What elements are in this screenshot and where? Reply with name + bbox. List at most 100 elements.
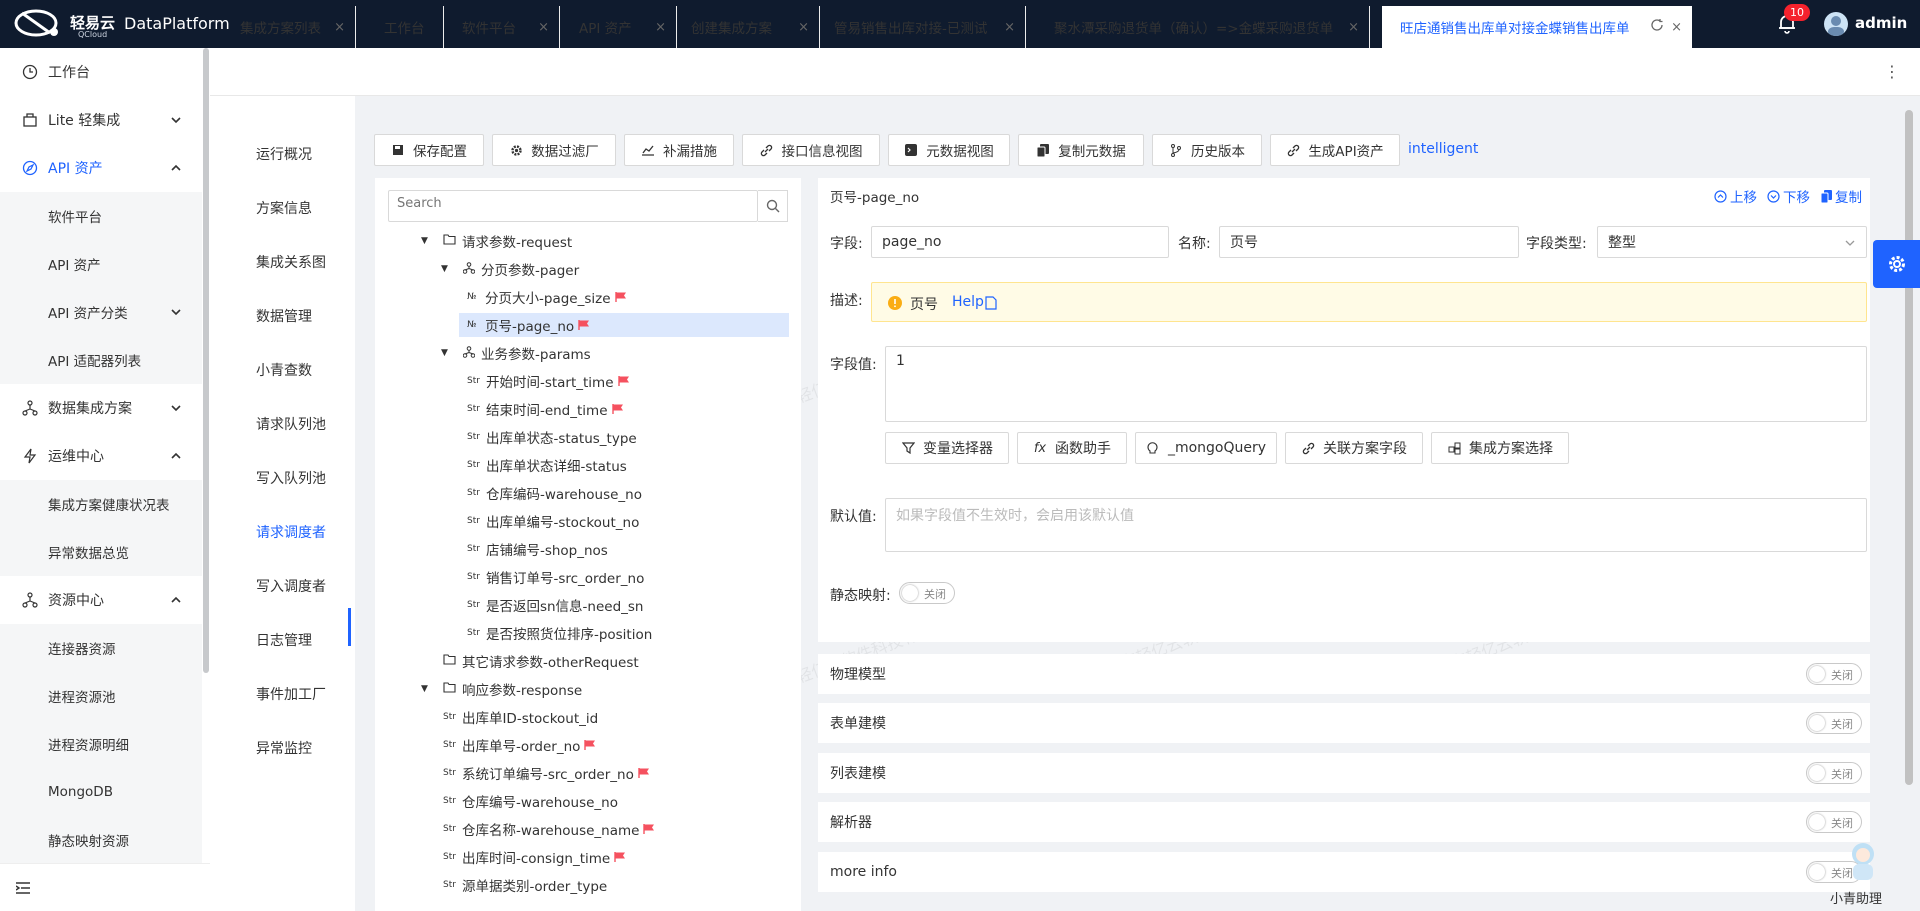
type-select[interactable]: 整型 (1597, 226, 1867, 258)
tree-node[interactable]: ▼ 请求参数-request (421, 229, 572, 253)
tab-jushuitan-return[interactable]: 聚水潭采购退货单（确认）=>金蝶采购退货单 × (1040, 6, 1370, 48)
close-icon[interactable]: × (1348, 20, 1359, 35)
user-name[interactable]: admin (1855, 14, 1907, 32)
close-icon[interactable]: × (798, 20, 809, 35)
api-info-view-button[interactable]: 接口信息视图 (742, 134, 880, 166)
tree-node[interactable]: Str 系统订单编号-src_order_no (443, 761, 650, 785)
tree-node[interactable]: ▼ 响应参数-response (421, 677, 582, 701)
help-link[interactable]: Help (952, 294, 984, 310)
caret-down-icon[interactable]: ▼ (441, 348, 451, 358)
sidebar-item-lite[interactable]: Lite 轻集成 (0, 96, 202, 144)
assistant-label[interactable]: 小青助理 (1830, 888, 1882, 907)
tree-node[interactable]: Str 仓库编码-warehouse_no (467, 481, 642, 505)
caret-down-icon[interactable]: ▼ (421, 684, 431, 694)
menu-item-exception-monitor[interactable]: 异常监控 (256, 738, 312, 758)
sidebar-scrollbar[interactable] (203, 48, 209, 673)
name-input[interactable]: 页号 (1219, 226, 1519, 258)
close-icon[interactable]: × (655, 20, 666, 35)
move-down-button[interactable]: 下移 (1767, 186, 1810, 206)
tree-node[interactable]: Str 出库单ID-stockout_id (443, 705, 598, 729)
tab-guanyi-sales[interactable]: 管易销售出库对接-已测试 × (826, 6, 1026, 48)
sidebar-item-process-pool[interactable]: 进程资源池 (0, 672, 202, 720)
tree-node[interactable]: № 页号-page_no (459, 313, 789, 337)
sidebar-item-exception-overview[interactable]: 异常数据总览 (0, 528, 202, 576)
move-up-button[interactable]: 上移 (1714, 186, 1757, 206)
close-icon[interactable]: × (1671, 20, 1682, 35)
tree-search[interactable] (388, 190, 758, 222)
tree-node[interactable]: ▼ 业务参数-params (441, 341, 591, 365)
sidebar-item-api-asset-category[interactable]: API 资产分类 (0, 288, 202, 336)
sidebar-item-static-mapping[interactable]: 静态映射资源 (0, 816, 202, 864)
sidebar-item-workbench[interactable]: 工作台 (0, 48, 202, 96)
close-icon[interactable]: × (1004, 20, 1015, 35)
tab-software-platform[interactable]: 软件平台 × (450, 6, 560, 48)
field-input[interactable]: page_no (871, 226, 1169, 258)
variable-selector-button[interactable]: 变量选择器 (885, 432, 1009, 464)
tree-node[interactable]: Str 销售订单号-src_order_no (467, 565, 644, 589)
copy-metadata-button[interactable]: 复制元数据 (1018, 134, 1144, 166)
close-icon[interactable]: × (538, 20, 549, 35)
generate-api-asset-button[interactable]: 生成API资产 (1270, 134, 1400, 166)
copy-button[interactable]: 复制 (1821, 186, 1862, 206)
static-map-toggle[interactable]: 关闭 (899, 582, 955, 604)
mongo-query-button[interactable]: _mongoQuery (1135, 432, 1277, 464)
patch-button[interactable]: 补漏措施 (624, 134, 734, 166)
section-more-info[interactable]: more info 关闭 (818, 852, 1870, 892)
tab-api-assets[interactable]: API 资产 × (565, 6, 677, 48)
tree-node[interactable]: № 分页大小-page_size (467, 285, 627, 309)
section-list-model[interactable]: 列表建模 关闭 (818, 753, 1870, 793)
menu-item-query[interactable]: 小青查数 (256, 360, 312, 380)
assistant-avatar-icon[interactable] (1840, 838, 1886, 884)
collapse-menu-icon[interactable] (16, 882, 30, 894)
sidebar-item-resource-center[interactable]: 资源中心 (0, 576, 202, 624)
tab-create-plan[interactable]: 创建集成方案 × (683, 6, 820, 48)
plan-selector-button[interactable]: 集成方案选择 (1431, 432, 1569, 464)
close-icon[interactable]: × (334, 20, 345, 35)
tree-node[interactable]: Str 出库单号-order_no (443, 733, 596, 757)
data-filter-button[interactable]: 数据过滤厂 (492, 134, 616, 166)
menu-item-relation-graph[interactable]: 集成关系图 (256, 252, 326, 272)
main-scrollbar[interactable] (1905, 110, 1913, 785)
caret-down-icon[interactable]: ▼ (441, 264, 451, 274)
history-version-button[interactable]: 历史版本 (1152, 134, 1262, 166)
tree-node[interactable]: ▼ 分页参数-pager (441, 257, 579, 281)
search-input[interactable] (397, 196, 687, 211)
refresh-icon[interactable] (1650, 18, 1664, 32)
section-form-model[interactable]: 表单建模 关闭 (818, 703, 1870, 743)
sidebar-item-api-asset[interactable]: API 资产 (0, 240, 202, 288)
tree-node[interactable]: Str 出库单编号-stockout_no (467, 509, 639, 533)
function-helper-button[interactable]: fx 函数助手 (1017, 432, 1127, 464)
more-icon[interactable]: ⋮ (1884, 62, 1900, 81)
tree-node[interactable]: Str 店铺编号-shop_nos (467, 537, 608, 561)
sidebar-item-integration-plans[interactable]: 数据集成方案 (0, 384, 202, 432)
tree-node[interactable]: Str 是否按照货位排序-position (467, 621, 652, 645)
sidebar-item-health-report[interactable]: 集成方案健康状况表 (0, 480, 202, 528)
tree-node[interactable]: 其它请求参数-otherRequest (443, 649, 639, 673)
menu-item-log-manage[interactable]: 日志管理 (256, 630, 312, 650)
tree-node[interactable]: Str 结束时间-end_time (467, 397, 624, 421)
value-textarea[interactable]: 1 (885, 346, 1867, 422)
tab-integration-list[interactable]: 集成方案列表 × (226, 6, 356, 48)
sidebar-item-ops-center[interactable]: 运维中心 (0, 432, 202, 480)
section-physical-model[interactable]: 物理模型 关闭 (818, 654, 1870, 694)
settings-button[interactable] (1873, 240, 1920, 288)
document-icon[interactable] (985, 296, 997, 310)
related-field-button[interactable]: 关联方案字段 (1285, 432, 1423, 464)
menu-item-write-queue[interactable]: 写入队列池 (256, 468, 326, 488)
sidebar-item-software-platform[interactable]: 软件平台 (0, 192, 202, 240)
tree-node[interactable]: Str 仓库名称-warehouse_name (443, 817, 655, 841)
sidebar-item-connector-resources[interactable]: 连接器资源 (0, 624, 202, 672)
section-toggle[interactable]: 关闭 (1806, 712, 1862, 734)
intelligent-link[interactable]: intelligent (1408, 141, 1478, 157)
sidebar-item-api-adapters[interactable]: API 适配器列表 (0, 336, 202, 384)
tree-node[interactable]: Str 出库时间-consign_time (443, 845, 626, 869)
tab-workbench[interactable]: 工作台 (370, 6, 444, 48)
tree-node[interactable]: Str 源单据类别-order_type (443, 873, 607, 897)
sidebar-item-process-detail[interactable]: 进程资源明细 (0, 720, 202, 768)
sidebar-item-mongodb[interactable]: MongoDB (0, 768, 202, 816)
tree-node[interactable]: Str 仓库编号-warehouse_no (443, 789, 618, 813)
tree-node[interactable]: Str 出库单状态-status_type (467, 425, 637, 449)
section-parser[interactable]: 解析器 关闭 (818, 802, 1870, 842)
menu-item-write-scheduler[interactable]: 写入调度者 (256, 576, 326, 596)
search-button[interactable] (758, 190, 788, 222)
